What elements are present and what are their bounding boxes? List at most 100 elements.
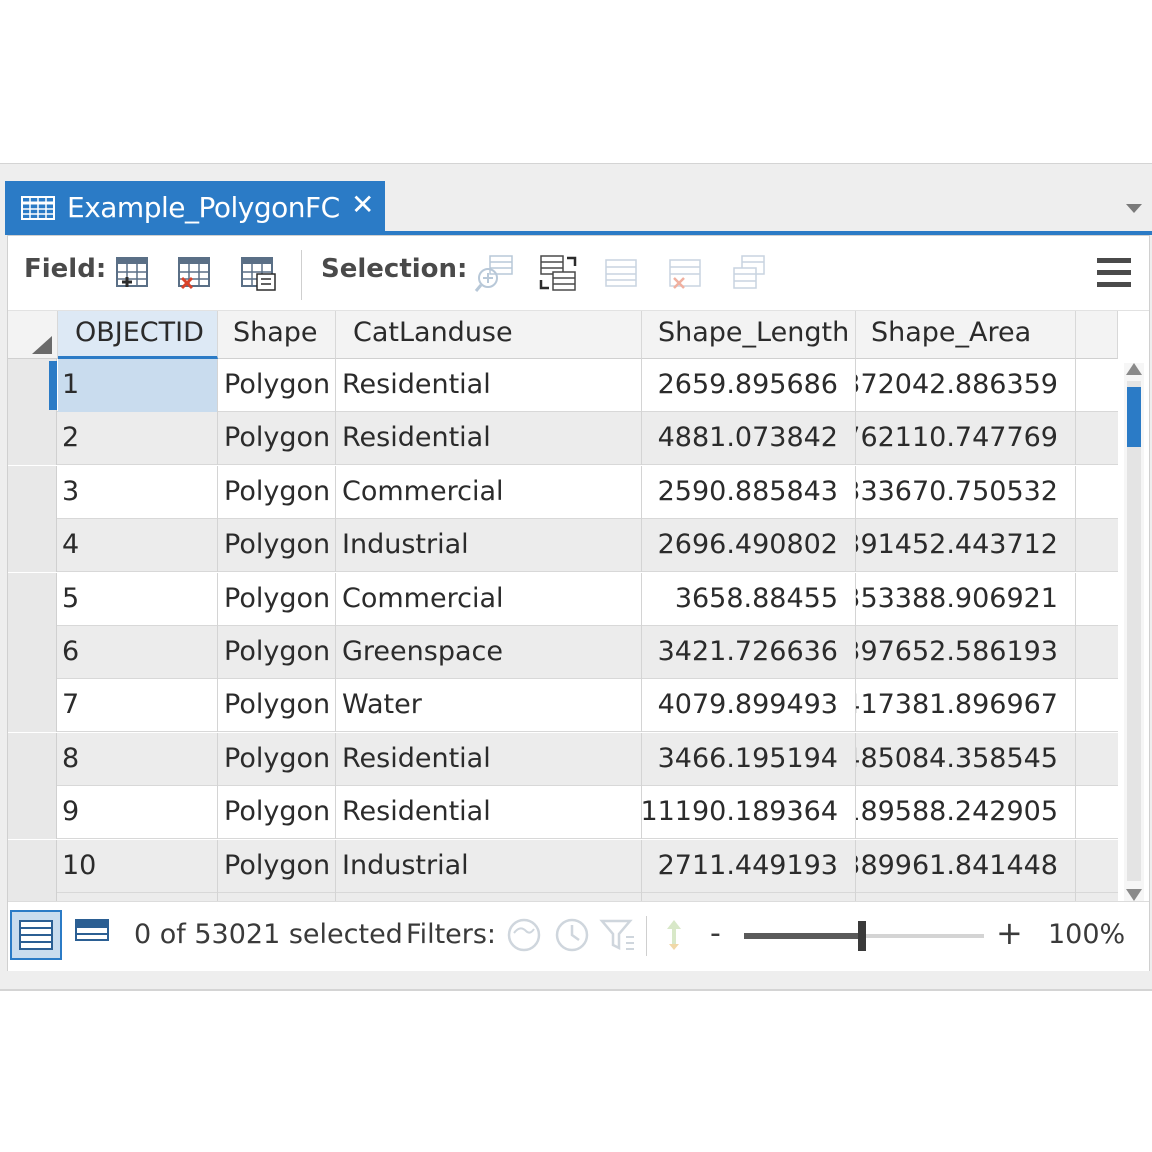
table-row[interactable]: 9 Polygon Residential 11190.189364 4189588.2… bbox=[8, 786, 1118, 840]
chevron-down-icon[interactable] bbox=[1126, 204, 1142, 213]
cell-shape-area[interactable]: 389961.841448 bbox=[856, 839, 1076, 893]
cell-objectid[interactable]: 6 bbox=[58, 626, 218, 679]
cell-shape-length[interactable]: 2696.490802 bbox=[642, 519, 856, 573]
table-row[interactable]: 8 Polygon Residential 3466.195194 485084.358… bbox=[8, 732, 1118, 786]
table-row[interactable]: 1 Polygon Residential 2659.895686 372042.886… bbox=[8, 359, 1118, 412]
cell-catlanduse[interactable]: Residential bbox=[336, 732, 642, 786]
cell-shape-area[interactable]: 333670.750532 bbox=[856, 465, 1076, 519]
row-header[interactable] bbox=[8, 412, 57, 466]
row-header[interactable] bbox=[8, 572, 57, 626]
cell-shape[interactable]: Polygon bbox=[218, 412, 336, 466]
column-header-shape-length[interactable]: Shape_Length bbox=[642, 311, 856, 359]
row-header[interactable] bbox=[8, 732, 57, 786]
row-header[interactable] bbox=[8, 359, 57, 412]
cell-shape-area[interactable]: 391452.443712 bbox=[856, 519, 1076, 573]
column-header-shape-area[interactable]: Shape_Area bbox=[856, 311, 1076, 359]
copy-selection-icon[interactable] bbox=[728, 252, 770, 294]
row-header[interactable] bbox=[8, 679, 57, 733]
cell-shape-length[interactable]: 3658.88455 bbox=[642, 572, 856, 626]
scroll-track[interactable] bbox=[1127, 381, 1141, 881]
cell-catlanduse[interactable]: Commercial bbox=[336, 465, 642, 519]
cell-shape-area[interactable]: 485084.358545 bbox=[856, 732, 1076, 786]
zoom-in-button[interactable]: + bbox=[996, 914, 1023, 952]
arrow-up-down-icon[interactable] bbox=[654, 915, 694, 955]
menu-icon[interactable] bbox=[1097, 258, 1131, 288]
cell-shape[interactable]: Polygon bbox=[218, 732, 336, 786]
cell-objectid[interactable]: 10 bbox=[58, 839, 218, 893]
table-row[interactable]: 10 Polygon Industrial 2711.449193 389961.841… bbox=[8, 839, 1118, 893]
cell-shape-area[interactable]: 4189588.242905 bbox=[856, 786, 1076, 840]
cell-shape[interactable]: Polygon bbox=[218, 786, 336, 840]
row-header[interactable] bbox=[8, 786, 57, 840]
cell-shape-area[interactable]: 372042.886359 bbox=[856, 359, 1076, 412]
table-row[interactable]: 6 Polygon Greenspace 3421.726636 397652.5861… bbox=[8, 626, 1118, 679]
cell-catlanduse[interactable]: Residential bbox=[336, 359, 642, 412]
row-header[interactable] bbox=[8, 519, 57, 573]
cell-catlanduse[interactable]: Residential bbox=[336, 786, 642, 840]
table-row[interactable]: 7 Polygon Water 4079.899493 417381.896967 bbox=[8, 679, 1118, 733]
cell-shape-area[interactable]: 762110.747769 bbox=[856, 412, 1076, 466]
cell-shape-length[interactable]: 3421.726636 bbox=[642, 626, 856, 679]
cell-shape[interactable]: Polygon bbox=[218, 626, 336, 679]
cell-shape-area[interactable]: 417381.896967 bbox=[856, 679, 1076, 733]
cell-catlanduse[interactable]: Water bbox=[336, 679, 642, 733]
cell-shape[interactable]: Polygon bbox=[218, 359, 336, 412]
cell-shape-length[interactable]: 3466.195194 bbox=[642, 732, 856, 786]
row-header[interactable] bbox=[8, 465, 57, 519]
cell-catlanduse[interactable]: Commercial bbox=[336, 572, 642, 626]
close-icon[interactable]: ✕ bbox=[351, 190, 374, 220]
switch-selection-icon[interactable] bbox=[537, 252, 579, 294]
cell-shape-length[interactable]: 11190.189364 bbox=[642, 786, 856, 840]
cell-catlanduse[interactable]: Industrial bbox=[336, 519, 642, 573]
cell-shape-area[interactable]: 397652.586193 bbox=[856, 626, 1076, 679]
scroll-up-icon[interactable] bbox=[1126, 363, 1142, 375]
cell-shape-length[interactable]: 2711.449193 bbox=[642, 839, 856, 893]
add-field-icon[interactable] bbox=[112, 252, 154, 294]
scroll-thumb[interactable] bbox=[1127, 387, 1141, 447]
cell-catlanduse[interactable]: Greenspace bbox=[336, 626, 642, 679]
cell-shape-length[interactable]: 4079.899493 bbox=[642, 679, 856, 733]
cell-shape-area[interactable]: 353388.906921 bbox=[856, 572, 1076, 626]
cell-shape[interactable]: Polygon bbox=[218, 519, 336, 573]
select-all-corner[interactable] bbox=[8, 311, 58, 359]
cell-shape[interactable]: Polygon bbox=[218, 839, 336, 893]
row-header[interactable] bbox=[8, 839, 57, 893]
cell-objectid[interactable]: 5 bbox=[58, 572, 218, 626]
table-row[interactable]: 4 Polygon Industrial 2696.490802 391452.4437… bbox=[8, 519, 1118, 573]
extent-filter-icon[interactable] bbox=[504, 915, 544, 955]
row-header[interactable] bbox=[8, 626, 57, 679]
vertical-scrollbar[interactable] bbox=[1124, 363, 1144, 901]
zoom-to-selection-icon[interactable] bbox=[474, 252, 516, 294]
zoom-out-button[interactable]: - bbox=[710, 916, 721, 951]
cell-catlanduse[interactable]: Residential bbox=[336, 412, 642, 466]
cell-shape-length[interactable]: 2590.885843 bbox=[642, 465, 856, 519]
cell-shape-length[interactable]: 2659.895686 bbox=[642, 359, 856, 412]
column-header-objectid[interactable]: OBJECTID bbox=[58, 311, 218, 359]
cell-catlanduse[interactable]: Industrial bbox=[336, 839, 642, 893]
cell-objectid[interactable]: 4 bbox=[58, 519, 218, 573]
clear-selection-icon[interactable] bbox=[600, 252, 642, 294]
delete-selection-icon[interactable] bbox=[664, 252, 706, 294]
range-filter-icon[interactable] bbox=[598, 915, 638, 955]
zoom-slider-thumb[interactable] bbox=[858, 921, 866, 951]
cell-shape[interactable]: Polygon bbox=[218, 572, 336, 626]
cell-objectid[interactable]: 8 bbox=[58, 732, 218, 786]
tab-example-polygonfc[interactable]: Example_PolygonFC ✕ bbox=[5, 181, 385, 231]
column-header-catlanduse[interactable]: CatLanduse bbox=[336, 311, 642, 359]
time-filter-icon[interactable] bbox=[552, 915, 592, 955]
column-header-shape[interactable]: Shape bbox=[218, 311, 336, 359]
show-selected-records-icon[interactable] bbox=[72, 916, 112, 952]
cell-objectid[interactable]: 7 bbox=[58, 679, 218, 733]
table-row[interactable]: 5 Polygon Commercial 3658.88455 353388.90692… bbox=[8, 572, 1118, 626]
table-row[interactable]: 3 Polygon Commercial 2590.885843 333670.7505… bbox=[8, 465, 1118, 519]
table-row[interactable]: 2 Polygon Residential 4881.073842 762110.747… bbox=[8, 412, 1118, 466]
cell-objectid[interactable]: 9 bbox=[58, 786, 218, 840]
cell-objectid[interactable]: 1 bbox=[58, 359, 218, 412]
delete-field-icon[interactable] bbox=[174, 252, 216, 294]
cell-shape[interactable]: Polygon bbox=[218, 679, 336, 733]
scroll-down-icon[interactable] bbox=[1126, 889, 1142, 901]
cell-shape-length[interactable]: 4881.073842 bbox=[642, 412, 856, 466]
cell-objectid[interactable]: 2 bbox=[58, 412, 218, 466]
show-all-records-button[interactable] bbox=[10, 910, 62, 960]
calculate-field-icon[interactable] bbox=[237, 252, 279, 294]
